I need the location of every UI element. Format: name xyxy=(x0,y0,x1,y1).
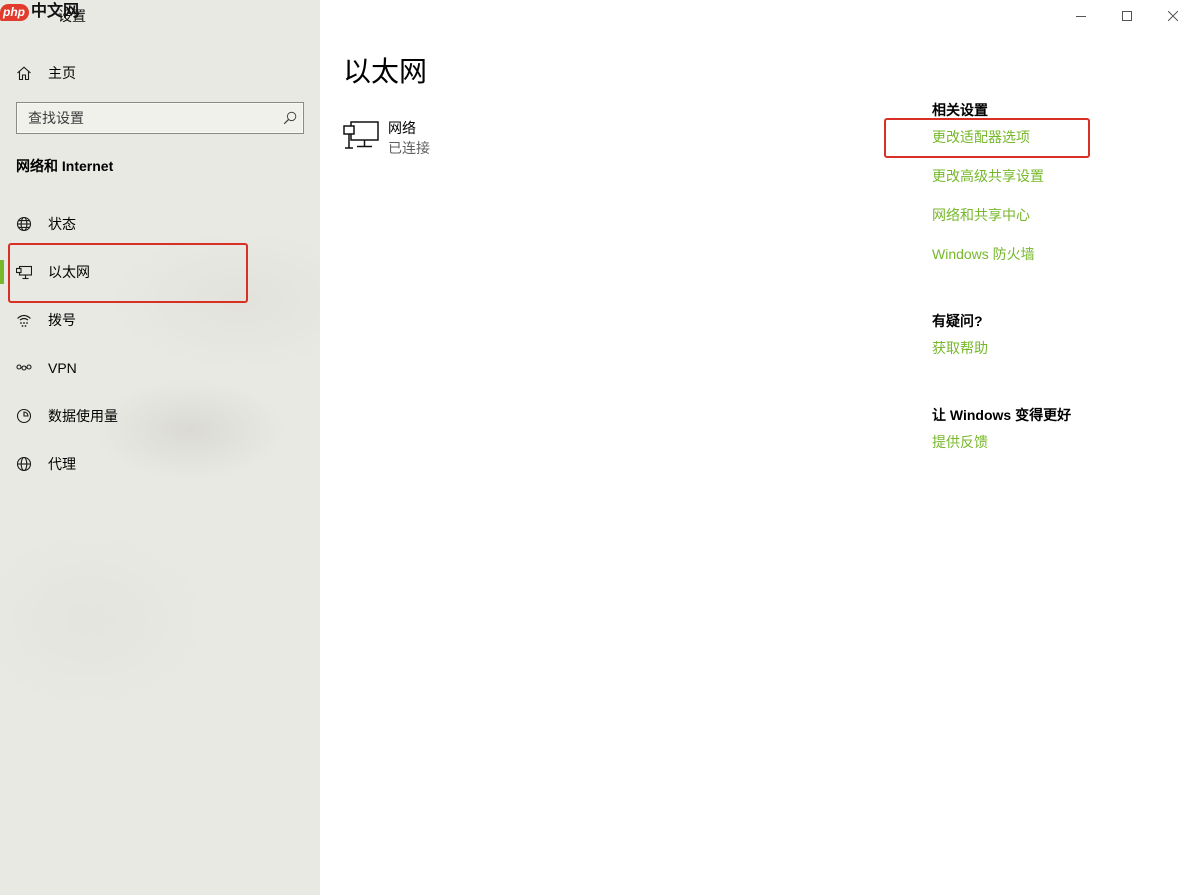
search-box xyxy=(16,102,304,134)
give-feedback-link[interactable]: 提供反馈 xyxy=(932,432,988,452)
section-title: 网络和 Internet xyxy=(16,158,114,174)
sidebar-home[interactable]: 主页 xyxy=(0,49,320,97)
search-icon[interactable] xyxy=(283,111,297,125)
status-icon xyxy=(16,216,32,232)
related-settings-heading: 相关设置 xyxy=(932,102,988,118)
home-icon xyxy=(16,65,32,81)
maximize-button[interactable] xyxy=(1104,0,1150,32)
change-advanced-sharing-link[interactable]: 更改高级共享设置 xyxy=(932,166,1044,186)
network-name: 网络 xyxy=(388,120,416,136)
dial-up-icon xyxy=(16,312,32,328)
help-heading: 有疑问? xyxy=(932,313,983,329)
selected-indicator xyxy=(0,260,4,284)
network-sharing-center-link[interactable]: 网络和共享中心 xyxy=(932,205,1030,225)
proxy-icon xyxy=(16,456,32,472)
vpn-icon xyxy=(16,360,32,376)
sidebar-item-proxy[interactable]: 代理 xyxy=(0,440,320,488)
sidebar-item-data-usage[interactable]: 数据使用量 xyxy=(0,392,320,440)
get-help-link[interactable]: 获取帮助 xyxy=(932,338,988,358)
sidebar-item-label: 以太网 xyxy=(48,264,90,280)
feedback-heading: 让 Windows 变得更好 xyxy=(932,407,1072,423)
sidebar: 设置 php 中文网 主页 网络和 In xyxy=(0,0,320,895)
network-status: 已连接 xyxy=(388,140,430,156)
sidebar-item-label: VPN xyxy=(48,360,77,376)
sidebar-item-label: 代理 xyxy=(48,456,76,472)
php-logo-badge: php xyxy=(0,3,29,21)
sidebar-item-label: 拨号 xyxy=(48,312,76,328)
sidebar-item-dial-up[interactable]: 拨号 xyxy=(0,296,320,344)
maximize-icon xyxy=(1122,11,1132,21)
php-watermark-logo: php 中文网 xyxy=(0,1,79,23)
change-adapter-options-link[interactable]: 更改适配器选项 xyxy=(932,127,1030,147)
data-usage-icon xyxy=(16,408,32,424)
sidebar-item-label: 状态 xyxy=(48,216,76,232)
search-input[interactable] xyxy=(17,103,267,133)
main-content: 以太网 网络 已连接 相关设置 更改适配器选项 更改高级共享设置 网络和共享中心… xyxy=(320,0,1196,895)
sidebar-item-status[interactable]: 状态 xyxy=(0,200,320,248)
close-button[interactable] xyxy=(1150,0,1196,32)
minimize-button[interactable] xyxy=(1058,0,1104,32)
settings-window: 设置 php 中文网 主页 网络和 In xyxy=(0,0,1196,895)
watermark-text: 中文网 xyxy=(31,3,80,20)
sidebar-home-label: 主页 xyxy=(48,65,76,81)
windows-firewall-link[interactable]: Windows 防火墙 xyxy=(932,244,1035,264)
network-connection-item[interactable]: 网络 已连接 xyxy=(343,117,473,157)
minimize-icon xyxy=(1076,16,1086,17)
page-title: 以太网 xyxy=(343,56,428,87)
sidebar-item-ethernet[interactable]: 以太网 xyxy=(0,248,320,296)
ethernet-network-icon xyxy=(343,121,379,149)
ethernet-icon xyxy=(16,264,32,280)
sidebar-item-vpn[interactable]: VPN xyxy=(0,344,320,392)
sidebar-item-label: 数据使用量 xyxy=(48,408,118,424)
close-icon xyxy=(1168,11,1178,21)
